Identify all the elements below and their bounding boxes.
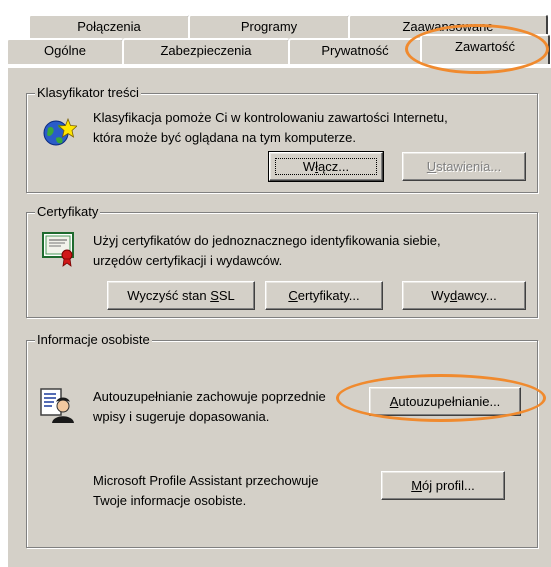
my-profile-button[interactable]: Mój profil... bbox=[381, 471, 505, 500]
desc-line: Użyj certyfikatów do jednoznacznego iden… bbox=[93, 233, 441, 248]
tab-privacy[interactable]: Prywatność bbox=[288, 38, 422, 64]
desc-line: Klasyfikacja pomoże Ci w kontrolowaniu z… bbox=[93, 110, 448, 125]
tab-label: Prywatność bbox=[321, 43, 389, 58]
focus-rectangle bbox=[275, 158, 377, 175]
tab-label: Ogólne bbox=[44, 43, 86, 58]
desc-line: urzędów certyfikacji i wydawców. bbox=[93, 253, 283, 268]
group-title: Klasyfikator treści bbox=[35, 85, 141, 101]
tab-label: Zaawansowane bbox=[402, 19, 494, 34]
certificates-button[interactable]: Certyfikaty... bbox=[265, 281, 383, 310]
tab-security[interactable]: Zabezpieczenia bbox=[122, 38, 290, 64]
settings-button[interactable]: Ustawienia... bbox=[402, 152, 526, 181]
tab-content[interactable]: Zawartość bbox=[420, 34, 550, 64]
desc-line: Autouzupełnianie zachowuje poprzednie bbox=[93, 389, 326, 404]
tab-label: Połączenia bbox=[77, 19, 141, 34]
tab-label: Zawartość bbox=[455, 39, 515, 54]
group-title: Informacje osobiste bbox=[35, 332, 152, 348]
content-advisor-description: Klasyfikacja pomoże Ci w kontrolowaniu z… bbox=[93, 108, 448, 148]
autocomplete-button[interactable]: Autouzupełnianie... bbox=[369, 387, 521, 416]
group-title: Certyfikaty bbox=[35, 204, 101, 220]
content-tab-panel: Klasyfikator treści Klasyfikacja pomoże … bbox=[6, 66, 551, 567]
enable-button[interactable]: Włącz... bbox=[268, 151, 384, 182]
certificates-description: Użyj certyfikatów do jednoznacznego iden… bbox=[93, 231, 441, 271]
certificate-icon bbox=[41, 229, 81, 269]
profile-person-icon bbox=[39, 387, 75, 425]
globe-star-icon bbox=[41, 116, 78, 148]
tab-label: Programy bbox=[240, 19, 298, 34]
desc-line: Microsoft Profile Assistant przechowuje bbox=[93, 473, 319, 488]
desc-line: Twoje informacje osobiste. bbox=[93, 493, 247, 508]
profile-assistant-description: Microsoft Profile Assistant przechowuje … bbox=[93, 471, 318, 511]
tab-connections[interactable]: Połączenia bbox=[28, 14, 190, 40]
desc-line: wpisy i sugeruje dopasowania. bbox=[93, 409, 270, 424]
content-advisor-group: Klasyfikator treści Klasyfikacja pomoże … bbox=[26, 85, 538, 193]
tab-general[interactable]: Ogólne bbox=[6, 38, 124, 64]
autocomplete-description: Autouzupełnianie zachowuje poprzednie wp… bbox=[93, 387, 326, 427]
tab-label: Zabezpieczenia bbox=[160, 43, 252, 58]
internet-options-dialog: Połączenia Programy Zaawansowane Ogólne … bbox=[0, 0, 551, 567]
desc-line: która może być oglądana na tym komputerz… bbox=[93, 130, 357, 145]
personal-information-group: Informacje osobiste Autouzupełnianie zac… bbox=[26, 332, 538, 548]
publishers-button[interactable]: Wydawcy... bbox=[402, 281, 526, 310]
certificates-group: Certyfikaty Użyj certyfikatów do jednozn… bbox=[26, 204, 538, 318]
tab-programs[interactable]: Programy bbox=[188, 14, 350, 40]
clear-ssl-state-button[interactable]: Wyczyść stan SSL bbox=[107, 281, 255, 310]
